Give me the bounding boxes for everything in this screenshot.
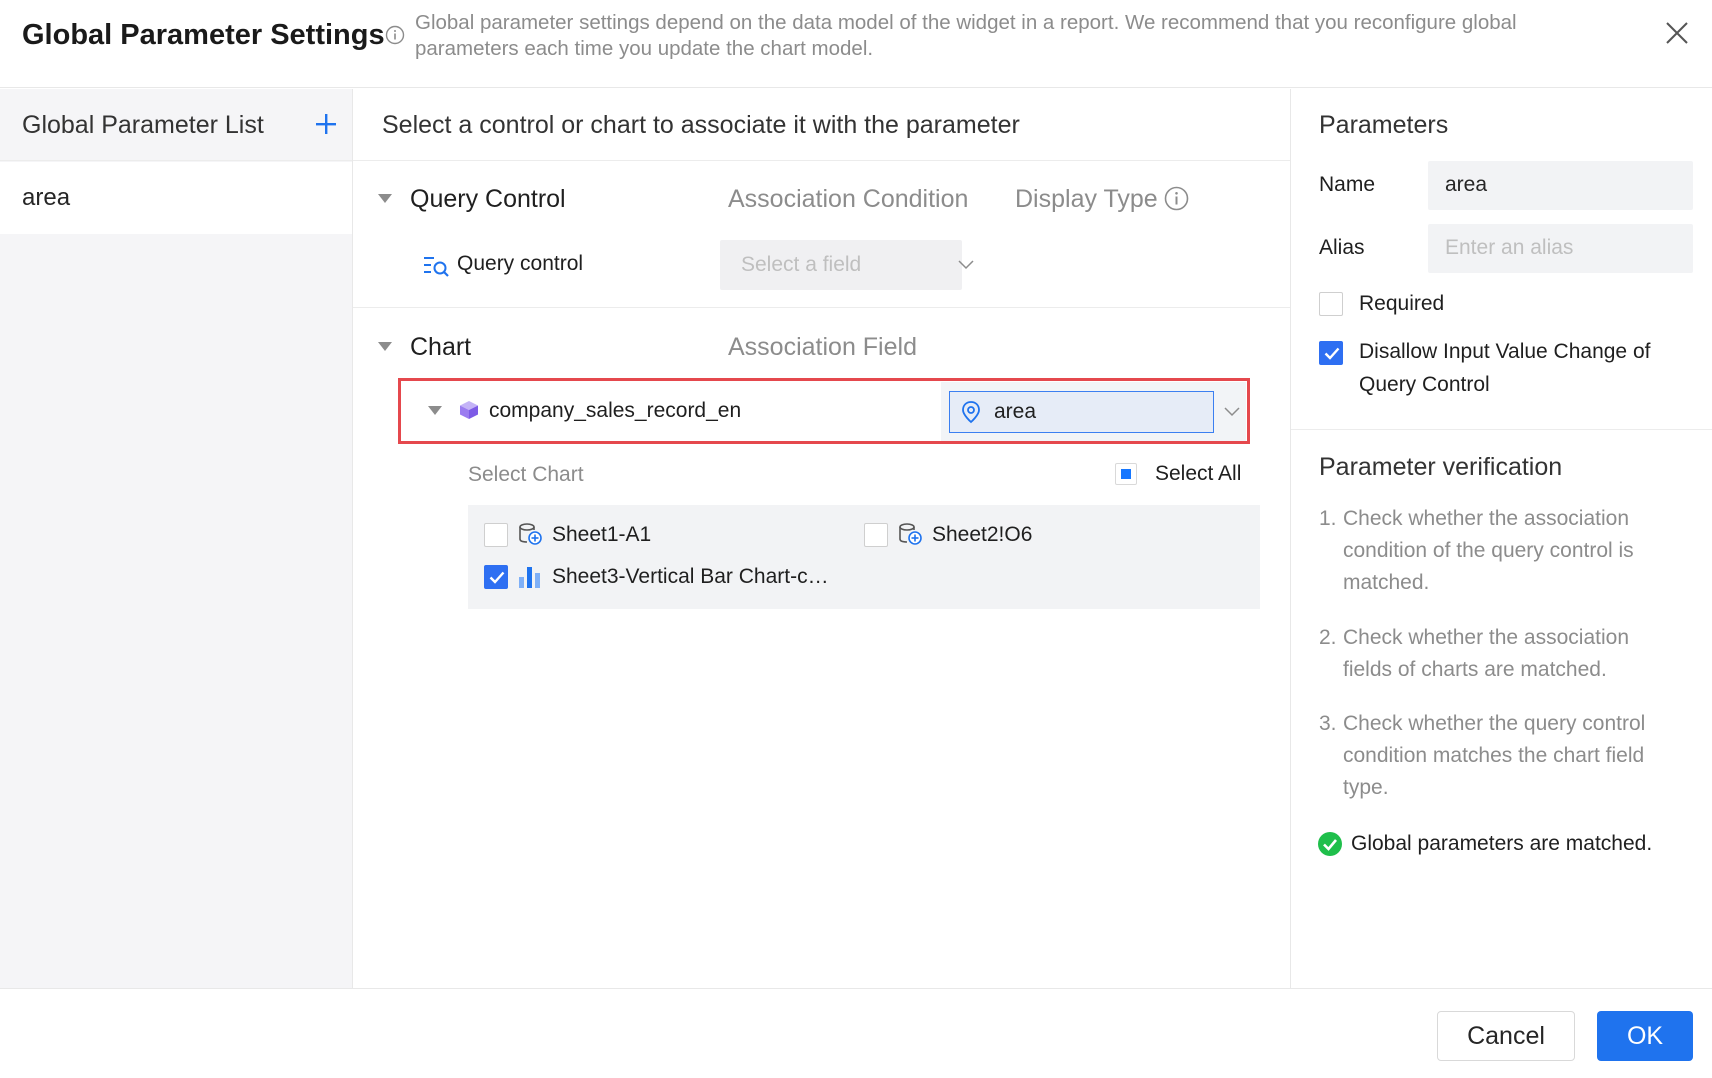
verification-item-text: Check whether the query control conditio… xyxy=(1343,712,1646,799)
chart-list: Sheet1-A1 Sheet2!O6 Sheet3-Vertical Bar … xyxy=(468,505,1260,609)
verification-item: 1. Check whether the association conditi… xyxy=(1319,503,1679,599)
select-all-checkbox[interactable] xyxy=(1115,463,1137,485)
select-all-label[interactable]: Select All xyxy=(1155,462,1241,486)
query-control-row-label: Query control xyxy=(457,252,584,275)
collapse-caret-icon[interactable] xyxy=(378,194,392,203)
dataset-row: company_sales_record_en area xyxy=(398,378,1250,444)
name-label: Name xyxy=(1319,173,1376,196)
chart-checkbox[interactable] xyxy=(484,523,508,547)
verification-item: 2. Check whether the association fields … xyxy=(1319,622,1679,686)
dialog-footer: Cancel OK xyxy=(0,988,1712,1078)
chart-checkbox[interactable] xyxy=(484,565,508,589)
alias-input[interactable]: Enter an alias xyxy=(1428,224,1693,273)
parameter-list-item-label: area xyxy=(22,184,71,211)
verification-item-number: 2. xyxy=(1319,626,1337,649)
association-condition-select[interactable]: Select a field xyxy=(720,240,974,290)
info-circle-icon xyxy=(385,25,405,45)
bar-chart-icon xyxy=(519,567,540,588)
chart-item-label[interactable]: Sheet1-A1 xyxy=(552,523,651,547)
filter-search-icon xyxy=(424,257,449,277)
parameter-list-header: Global Parameter List xyxy=(0,89,352,161)
chart-section-label: Chart xyxy=(410,333,472,361)
association-title: Select a control or chart to associate i… xyxy=(382,111,1020,139)
check-circle-icon xyxy=(1318,832,1342,856)
display-type-header: Display Type xyxy=(1015,185,1158,213)
disallow-change-label-line1[interactable]: Disallow Input Value Change of xyxy=(1359,336,1650,368)
collapse-caret-icon[interactable] xyxy=(378,342,392,351)
dialog-header: Global Parameter Settings Global paramet… xyxy=(0,0,1712,88)
query-control-section-label: Query Control xyxy=(410,185,566,213)
required-checkbox[interactable] xyxy=(1319,292,1343,316)
verification-title: Parameter verification xyxy=(1319,453,1563,481)
association-condition-header: Association Condition xyxy=(728,185,969,213)
required-label[interactable]: Required xyxy=(1359,288,1444,320)
parameter-list-item[interactable]: area xyxy=(0,162,352,234)
verification-item-number: 1. xyxy=(1319,507,1337,530)
verification-item-text: Check whether the association fields of … xyxy=(1343,626,1629,681)
chart-item-label[interactable]: Sheet3-Vertical Bar Chart-c… xyxy=(552,565,829,589)
chart-item-label[interactable]: Sheet2!O6 xyxy=(932,523,1032,547)
chart-checkbox[interactable] xyxy=(864,523,888,547)
verification-item-number: 3. xyxy=(1319,712,1337,735)
association-header: Select a control or chart to associate i… xyxy=(353,89,1290,161)
cancel-button[interactable]: Cancel xyxy=(1437,1011,1575,1061)
alias-input-placeholder: Enter an alias xyxy=(1445,236,1574,259)
alias-label: Alias xyxy=(1319,236,1365,259)
close-icon[interactable] xyxy=(1662,18,1692,48)
chevron-down-icon xyxy=(958,260,974,270)
verification-item-text: Check whether the association condition … xyxy=(1343,507,1634,594)
select-chart-label: Select Chart xyxy=(468,463,584,486)
sheet-link-icon xyxy=(519,523,542,545)
association-field-header: Association Field xyxy=(728,333,917,361)
name-input[interactable]: area xyxy=(1428,161,1693,210)
disallow-change-checkbox[interactable] xyxy=(1319,341,1343,365)
section-divider xyxy=(1291,429,1712,430)
dialog-title: Global Parameter Settings xyxy=(22,19,385,51)
parameter-settings-panel: Parameters Name area Alias Enter an alia… xyxy=(1290,89,1712,989)
disallow-change-label-line2[interactable]: Query Control xyxy=(1359,369,1490,401)
verification-result: Global parameters are matched. xyxy=(1351,832,1653,855)
info-circle-icon xyxy=(1164,186,1189,211)
dialog-description: Global parameter settings depend on the … xyxy=(415,11,1517,60)
highlight-box xyxy=(398,378,1250,444)
parameter-list-title: Global Parameter List xyxy=(22,111,264,139)
association-condition-placeholder: Select a field xyxy=(741,253,862,276)
parameters-title: Parameters xyxy=(1319,111,1449,139)
parameter-list-panel: Global Parameter List area xyxy=(0,89,353,989)
name-input-value: area xyxy=(1445,173,1488,196)
association-panel: Select a control or chart to associate i… xyxy=(353,89,1290,989)
section-divider xyxy=(353,307,1290,308)
ok-button[interactable]: OK xyxy=(1597,1011,1693,1061)
plus-icon[interactable] xyxy=(313,111,339,137)
sheet-link-icon xyxy=(899,523,922,545)
verification-item: 3. Check whether the query control condi… xyxy=(1319,708,1679,804)
